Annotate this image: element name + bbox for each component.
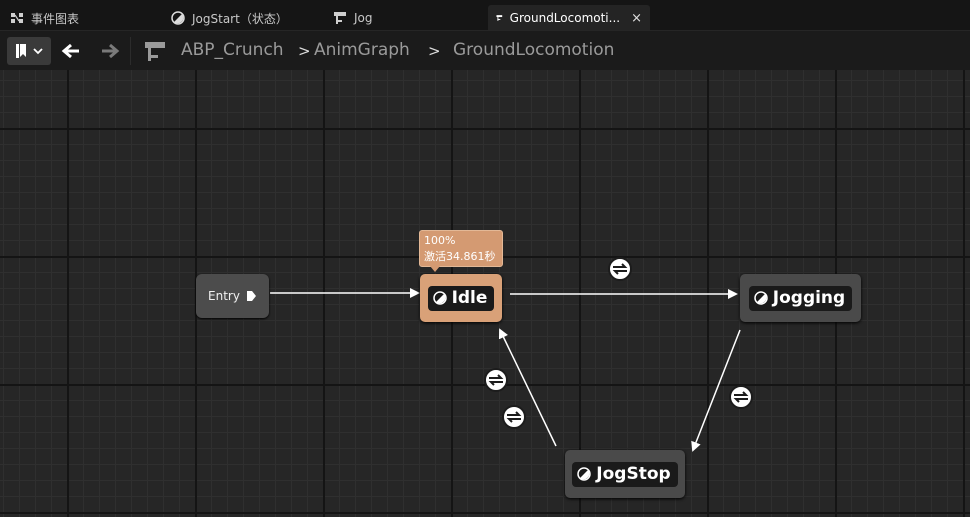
state-node-jogstop[interactable]: JogStop: [565, 450, 685, 498]
transition-rule-idle-to-jogging[interactable]: [608, 257, 632, 281]
transition-rule-jogstop-to-idle[interactable]: [484, 368, 508, 392]
transition-rule-jogging-to-jogstop[interactable]: [729, 385, 753, 409]
state-icon: [432, 291, 447, 305]
state-label: JogStop: [596, 464, 671, 484]
active-state-tooltip: 100% 激活34.861秒: [419, 230, 503, 272]
state-label: Idle: [451, 288, 488, 308]
state-icon: [754, 291, 768, 305]
entry-node[interactable]: Entry: [196, 274, 269, 318]
state-icon: [577, 467, 592, 481]
tooltip-active-time: 激活34.861秒: [424, 250, 496, 263]
tooltip-percent: 100%: [424, 234, 456, 247]
transition-rule-icon: [612, 263, 628, 275]
entry-arrow-icon: [246, 291, 256, 301]
transition-rule-jogstop-to-idle[interactable]: [502, 405, 526, 429]
jogstop-to-idle-wire: [498, 328, 557, 447]
transition-rule-icon: [733, 391, 749, 403]
state-node-jogging[interactable]: Jogging: [740, 274, 861, 322]
state-label: Jogging: [772, 288, 846, 308]
transition-rule-icon: [506, 411, 522, 423]
transition-rule-icon: [488, 374, 504, 386]
state-node-idle[interactable]: Idle: [420, 274, 502, 322]
entry-label: Entry: [208, 289, 240, 303]
